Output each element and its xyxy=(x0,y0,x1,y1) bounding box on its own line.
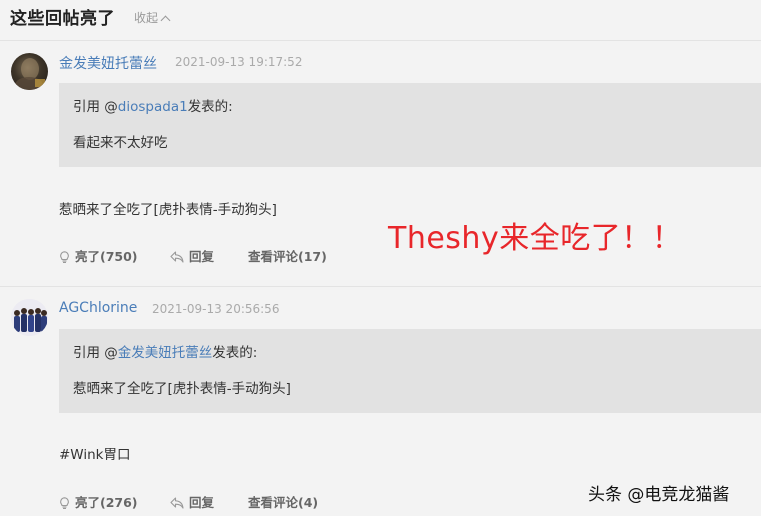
section-header: 这些回帖亮了 收起 xyxy=(0,0,761,41)
reply-label: 回复 xyxy=(189,495,215,510)
quote-suffix: 发表的: xyxy=(187,99,233,115)
post-body: 惹晒来了全吃了[虎扑表情-手动狗头] xyxy=(59,202,277,218)
reply-button[interactable]: 回复 xyxy=(170,492,214,511)
quote-prefix: 引用 @ xyxy=(73,345,118,361)
lightbulb-icon xyxy=(59,251,70,263)
source-watermark: 头条 @电竞龙猫酱 xyxy=(588,485,730,505)
view-comments-link[interactable]: 查看评论(4) xyxy=(248,492,318,511)
chevron-up-icon xyxy=(160,15,171,26)
username-link[interactable]: 金发美妞托蕾丝 xyxy=(59,53,157,73)
quote-text: 看起来不太好吃 xyxy=(73,135,168,151)
quote-mention-link[interactable]: 金发美妞托蕾丝 xyxy=(118,345,213,361)
quote-header: 引用 @金发美妞托蕾丝发表的: xyxy=(73,341,257,361)
quote-header: 引用 @diospada1发表的: xyxy=(73,95,233,115)
like-label: 亮了(276) xyxy=(75,495,138,510)
like-button[interactable]: 亮了(750) xyxy=(59,246,138,265)
post-timestamp: 2021-09-13 19:17:52 xyxy=(175,55,303,69)
overlay-caption: Theshy来全吃了！！ xyxy=(388,221,683,256)
section-title: 这些回帖亮了 xyxy=(10,9,115,29)
quote-block: 引用 @金发美妞托蕾丝发表的: 惹晒来了全吃了[虎扑表情-手动狗头] xyxy=(59,329,761,413)
quote-block: 引用 @diospada1发表的: 看起来不太好吃 xyxy=(59,83,761,167)
reply-label: 回复 xyxy=(189,249,215,264)
quote-mention-link[interactable]: diospada1 xyxy=(118,99,188,115)
collapse-label: 收起 xyxy=(134,11,159,25)
view-comments-link[interactable]: 查看评论(17) xyxy=(248,246,327,265)
collapse-button[interactable]: 收起 xyxy=(134,9,171,26)
post-timestamp: 2021-09-13 20:56:56 xyxy=(152,302,280,316)
like-button[interactable]: 亮了(276) xyxy=(59,492,138,511)
username-link[interactable]: AGChlorine xyxy=(59,300,137,316)
reply-button[interactable]: 回复 xyxy=(170,246,214,265)
quote-text: 惹晒来了全吃了[虎扑表情-手动狗头] xyxy=(73,381,291,397)
quote-prefix: 引用 @ xyxy=(73,99,118,115)
quote-suffix: 发表的: xyxy=(212,345,258,361)
lightbulb-icon xyxy=(59,497,70,509)
avatar[interactable] xyxy=(11,299,48,336)
reply-arrow-icon xyxy=(170,497,184,509)
post-body: #Wink胃口 xyxy=(59,447,131,463)
reply-arrow-icon xyxy=(170,251,184,263)
like-label: 亮了(750) xyxy=(75,249,138,264)
avatar[interactable] xyxy=(11,53,48,90)
